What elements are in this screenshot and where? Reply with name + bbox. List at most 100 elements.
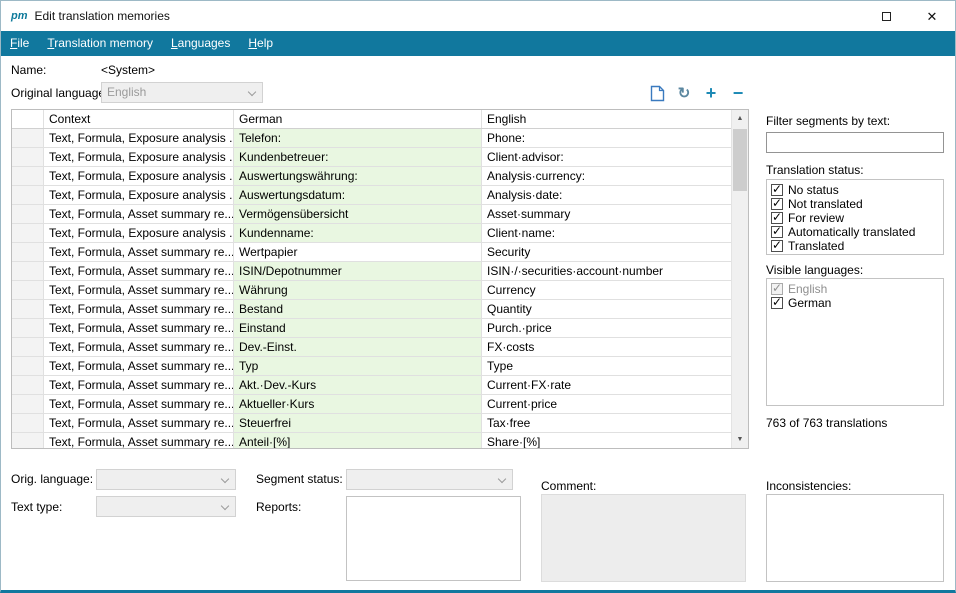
table-row[interactable]: Text, Formula, Asset summary re...Währun… <box>12 281 748 300</box>
table-row[interactable]: Text, Formula, Exposure analysis ...Kund… <box>12 224 748 243</box>
row-selector[interactable] <box>12 224 44 243</box>
menu-file[interactable]: File <box>1 31 38 56</box>
table-row[interactable]: Text, Formula, Exposure analysis ...Ausw… <box>12 186 748 205</box>
checkbox[interactable]: ✓ <box>771 198 783 210</box>
refresh-icon[interactable]: ↻ <box>675 84 693 102</box>
checkbox[interactable]: ✓ <box>771 184 783 196</box>
english-cell[interactable]: FX·costs <box>482 338 733 357</box>
context-cell[interactable]: Text, Formula, Exposure analysis ... <box>44 148 234 167</box>
context-cell[interactable]: Text, Formula, Exposure analysis ... <box>44 186 234 205</box>
context-cell[interactable]: Text, Formula, Asset summary re... <box>44 433 234 449</box>
checkbox[interactable]: ✓ <box>771 240 783 252</box>
table-row[interactable]: Text, Formula, Asset summary re...Dev.-E… <box>12 338 748 357</box>
status-translated[interactable]: ✓Translated <box>771 239 943 253</box>
add-document-icon[interactable] <box>648 84 666 102</box>
context-cell[interactable]: Text, Formula, Exposure analysis ... <box>44 129 234 148</box>
maximize-button[interactable] <box>863 1 909 31</box>
table-row[interactable]: Text, Formula, Asset summary re...ISIN/D… <box>12 262 748 281</box>
row-selector[interactable] <box>12 338 44 357</box>
german-cell[interactable]: Währung <box>234 281 482 300</box>
german-cell[interactable]: ISIN/Depotnummer <box>234 262 482 281</box>
german-cell[interactable]: Kundenname: <box>234 224 482 243</box>
english-cell[interactable]: Purch.·price <box>482 319 733 338</box>
context-cell[interactable]: Text, Formula, Exposure analysis ... <box>44 167 234 186</box>
german-cell[interactable]: Auswertungswährung: <box>234 167 482 186</box>
row-selector[interactable] <box>12 414 44 433</box>
row-selector[interactable] <box>12 357 44 376</box>
remove-icon[interactable]: − <box>729 84 747 102</box>
header-german[interactable]: German <box>234 110 482 128</box>
english-cell[interactable]: Asset·summary <box>482 205 733 224</box>
table-row[interactable]: Text, Formula, Asset summary re...TypTyp… <box>12 357 748 376</box>
table-row[interactable]: Text, Formula, Asset summary re...Anteil… <box>12 433 748 449</box>
filter-input[interactable] <box>766 132 944 153</box>
row-selector[interactable] <box>12 395 44 414</box>
row-selector[interactable] <box>12 129 44 148</box>
german-cell[interactable]: Akt.·Dev.-Kurs <box>234 376 482 395</box>
header-context[interactable]: Context <box>44 110 234 128</box>
status-not-translated[interactable]: ✓Not translated <box>771 197 943 211</box>
context-cell[interactable]: Text, Formula, Asset summary re... <box>44 319 234 338</box>
row-selector[interactable] <box>12 281 44 300</box>
header-english[interactable]: English <box>482 110 733 128</box>
row-selector[interactable] <box>12 300 44 319</box>
context-cell[interactable]: Text, Formula, Asset summary re... <box>44 281 234 300</box>
context-cell[interactable]: Text, Formula, Asset summary re... <box>44 205 234 224</box>
english-cell[interactable]: Current·FX·rate <box>482 376 733 395</box>
row-selector[interactable] <box>12 262 44 281</box>
english-cell[interactable]: Analysis·date: <box>482 186 733 205</box>
german-cell[interactable]: Vermögensübersicht <box>234 205 482 224</box>
german-cell[interactable]: Aktueller·Kurs <box>234 395 482 414</box>
language-german[interactable]: ✓German <box>771 296 943 310</box>
context-cell[interactable]: Text, Formula, Asset summary re... <box>44 376 234 395</box>
german-cell[interactable]: Bestand <box>234 300 482 319</box>
english-cell[interactable]: Current·price <box>482 395 733 414</box>
german-cell[interactable]: Telefon: <box>234 129 482 148</box>
english-cell[interactable]: Share·[%] <box>482 433 733 449</box>
close-button[interactable]: ✕ <box>909 1 955 31</box>
english-cell[interactable]: ISIN·/·securities·account·number <box>482 262 733 281</box>
context-cell[interactable]: Text, Formula, Asset summary re... <box>44 357 234 376</box>
german-cell[interactable]: Steuerfrei <box>234 414 482 433</box>
german-cell[interactable]: Kundenbetreuer: <box>234 148 482 167</box>
context-cell[interactable]: Text, Formula, Exposure analysis ... <box>44 224 234 243</box>
row-selector[interactable] <box>12 186 44 205</box>
table-row[interactable]: Text, Formula, Asset summary re...Steuer… <box>12 414 748 433</box>
checkbox[interactable]: ✓ <box>771 226 783 238</box>
context-cell[interactable]: Text, Formula, Asset summary re... <box>44 338 234 357</box>
context-cell[interactable]: Text, Formula, Asset summary re... <box>44 414 234 433</box>
table-row[interactable]: Text, Formula, Exposure analysis ...Kund… <box>12 148 748 167</box>
table-row[interactable]: Text, Formula, Asset summary re...Vermög… <box>12 205 748 224</box>
row-selector[interactable] <box>12 205 44 224</box>
table-row[interactable]: Text, Formula, Asset summary re...Einsta… <box>12 319 748 338</box>
row-selector[interactable] <box>12 319 44 338</box>
german-cell[interactable]: Typ <box>234 357 482 376</box>
context-cell[interactable]: Text, Formula, Asset summary re... <box>44 395 234 414</box>
table-row[interactable]: Text, Formula, Asset summary re...Akt.·D… <box>12 376 748 395</box>
table-row[interactable]: Text, Formula, Asset summary re...Wertpa… <box>12 243 748 262</box>
status-no-status[interactable]: ✓No status <box>771 183 943 197</box>
english-cell[interactable]: Currency <box>482 281 733 300</box>
context-cell[interactable]: Text, Formula, Asset summary re... <box>44 243 234 262</box>
german-cell[interactable]: Anteil·[%] <box>234 433 482 449</box>
english-cell[interactable]: Phone: <box>482 129 733 148</box>
german-cell[interactable]: Wertpapier <box>234 243 482 262</box>
scrollbar-thumb[interactable] <box>733 129 747 191</box>
vertical-scrollbar[interactable]: ▲ ▼ <box>731 110 748 448</box>
english-cell[interactable]: Client·name: <box>482 224 733 243</box>
table-row[interactable]: Text, Formula, Exposure analysis ...Tele… <box>12 129 748 148</box>
row-selector[interactable] <box>12 243 44 262</box>
english-cell[interactable]: Tax·free <box>482 414 733 433</box>
row-selector[interactable] <box>12 433 44 449</box>
inconsistencies-box[interactable] <box>766 494 944 582</box>
status-automatically-translated[interactable]: ✓Automatically translated <box>771 225 943 239</box>
german-cell[interactable]: Einstand <box>234 319 482 338</box>
context-cell[interactable]: Text, Formula, Asset summary re... <box>44 262 234 281</box>
english-cell[interactable]: Client·advisor: <box>482 148 733 167</box>
table-row[interactable]: Text, Formula, Asset summary re...Aktuel… <box>12 395 748 414</box>
english-cell[interactable]: Analysis·currency: <box>482 167 733 186</box>
add-icon[interactable]: + <box>702 84 720 102</box>
german-cell[interactable]: Dev.-Einst. <box>234 338 482 357</box>
table-row[interactable]: Text, Formula, Asset summary re...Bestan… <box>12 300 748 319</box>
context-cell[interactable]: Text, Formula, Asset summary re... <box>44 300 234 319</box>
